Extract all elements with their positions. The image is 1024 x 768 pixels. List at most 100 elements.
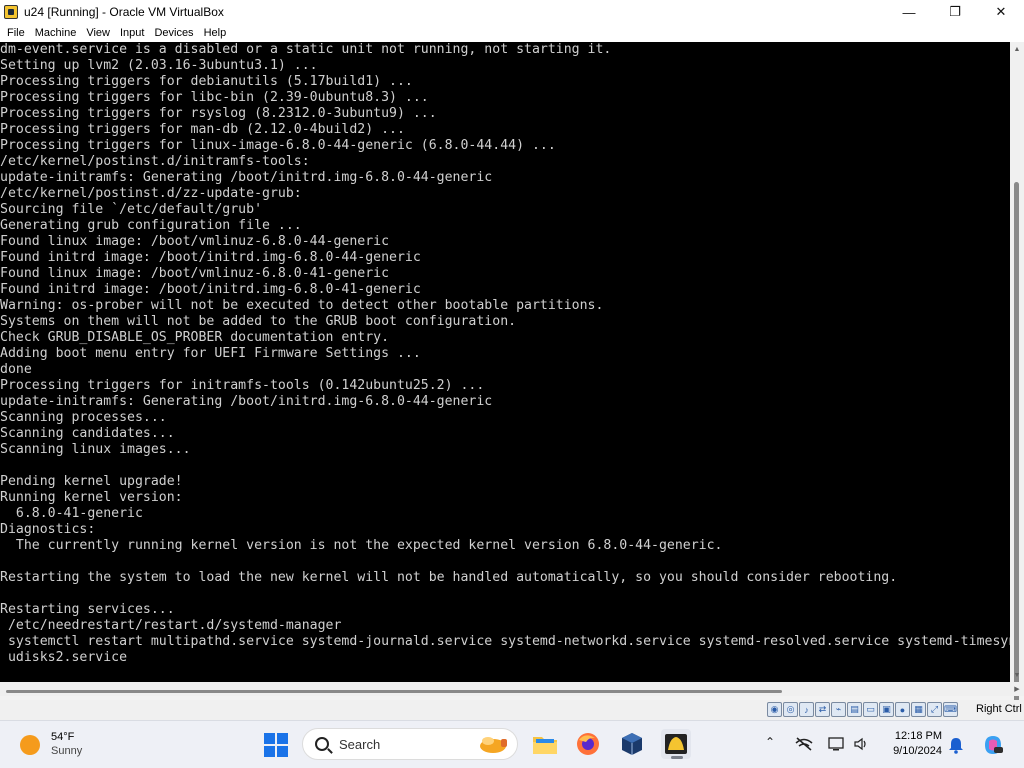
weather-widget[interactable]: 54°F Sunny: [20, 730, 82, 759]
menu-devices[interactable]: Devices: [149, 24, 198, 42]
menu-file[interactable]: File: [2, 24, 30, 42]
weather-condition: Sunny: [51, 745, 83, 757]
file-explorer-button[interactable]: [530, 729, 560, 759]
terminal-line: /etc/kernel/postinst.d/initramfs-tools:: [0, 154, 310, 169]
firefox-button[interactable]: [573, 729, 603, 759]
status-icons: ◉ ◎ ♪ ⇄ ⌁ ▤ ▭ ▣ ● ▦ ⤢ ⌨: [767, 702, 958, 717]
scroll-up-arrow[interactable]: ▲: [1010, 42, 1024, 56]
menu-bar: File Machine View Input Devices Help: [0, 24, 1024, 42]
show-hidden-icons-button[interactable]: ⌃: [765, 735, 775, 749]
network-icon[interactable]: ⇄: [815, 702, 830, 717]
terminal-line: The currently running kernel version is …: [0, 538, 723, 553]
start-button[interactable]: [264, 733, 288, 757]
horizontal-scroll-thumb[interactable]: [6, 690, 782, 693]
vm-console[interactable]: dm-event.service is a disabled or a stat…: [0, 42, 1010, 682]
recording-icon[interactable]: ●: [895, 702, 910, 717]
terminal-line: Check GRUB_DISABLE_OS_PROBER documentati…: [0, 330, 390, 345]
terminal-line: Found linux image: /boot/vmlinuz-6.8.0-4…: [0, 266, 390, 281]
hard-disk-icon[interactable]: ◉: [767, 702, 782, 717]
u24-vm-window-button[interactable]: [661, 729, 691, 759]
terminal-line: update-initramfs: Generating /boot/initr…: [0, 394, 493, 409]
mouse-integration-icon[interactable]: ⤢: [927, 702, 942, 717]
folder-icon: [533, 737, 557, 754]
close-button[interactable]: ✕: [978, 0, 1024, 24]
vm-status-bar: ◉ ◎ ♪ ⇄ ⌁ ▤ ▭ ▣ ● ▦ ⤢ ⌨ Right Ctrl: [0, 700, 1024, 720]
weather-temperature: 54°F: [51, 731, 75, 743]
notification-bell-icon[interactable]: [948, 736, 964, 754]
menu-machine[interactable]: Machine: [30, 24, 82, 42]
menu-help[interactable]: Help: [199, 24, 232, 42]
vertical-scroll-thumb[interactable]: [1014, 182, 1019, 702]
terminal-line: Processing triggers for rsyslog (8.2312.…: [0, 106, 437, 121]
terminal-line: update-initramfs: Generating /boot/initr…: [0, 170, 493, 185]
active-window-indicator: [671, 756, 683, 759]
terminal-line: /etc/kernel/postinst.d/zz-update-grub:: [0, 186, 302, 201]
virtualbox-vm-icon: [4, 5, 18, 19]
window-title: u24 [Running] - Oracle VM VirtualBox: [24, 5, 224, 19]
terminal-line: Sourcing file `/etc/default/grub': [0, 202, 263, 217]
terminal-line: /etc/needrestart/restart.d/systemd-manag…: [0, 618, 342, 633]
terminal-line: Processing triggers for libc-bin (2.39-0…: [0, 90, 429, 105]
host-key-label: Right Ctrl: [976, 703, 1022, 715]
terminal-line: Warning: os-prober will not be executed …: [0, 298, 604, 313]
terminal-line: dm-event.service is a disabled or a stat…: [0, 42, 612, 57]
maximize-button[interactable]: ❐: [932, 0, 978, 24]
terminal-line: Processing triggers for initramfs-tools …: [0, 378, 485, 393]
terminal-line: Generating grub configuration file ...: [0, 218, 302, 233]
network-disconnected-icon[interactable]: [795, 737, 813, 751]
terminal-line: Diagnostics:: [0, 522, 96, 537]
terminal-line: systemctl restart multipathd.service sys…: [0, 634, 1010, 649]
search-icon: [315, 737, 329, 751]
terminal-line: Setting up lvm2 (2.03.16-3ubuntu3.1) ...: [0, 58, 318, 73]
clock-date: 9/10/2024: [893, 745, 942, 757]
terminal-line: Found linux image: /boot/vmlinuz-6.8.0-4…: [0, 234, 390, 249]
firefox-icon: [577, 733, 599, 755]
title-bar: u24 [Running] - Oracle VM VirtualBox — ❐…: [0, 0, 1024, 24]
copilot-icon[interactable]: [981, 733, 1005, 757]
sun-icon: [20, 734, 40, 755]
windows-logo-icon: [264, 733, 275, 744]
video-capture-icon[interactable]: ▣: [879, 702, 894, 717]
minimize-button[interactable]: —: [886, 0, 932, 24]
terminal-line: 6.8.0-41-generic: [0, 506, 143, 521]
search-label: Search: [339, 736, 381, 752]
terminal-line: Adding boot menu entry for UEFI Firmware…: [0, 346, 421, 361]
speaker-tray-icon[interactable]: [853, 736, 871, 752]
terminal-line: Scanning linux images...: [0, 442, 191, 457]
vertical-scrollbar[interactable]: ▲ ▼: [1010, 42, 1024, 702]
optical-drive-icon[interactable]: ◎: [783, 702, 798, 717]
window-controls: — ❐ ✕: [886, 0, 1024, 24]
terminal-line: Scanning candidates...: [0, 426, 175, 441]
terminal-line: done: [0, 362, 32, 377]
taskbar-search[interactable]: Search: [302, 728, 518, 760]
menu-view[interactable]: View: [81, 24, 115, 42]
shared-folders-icon[interactable]: ▤: [847, 702, 862, 717]
terminal-line: Processing triggers for linux-image-6.8.…: [0, 138, 556, 153]
audio-icon[interactable]: ♪: [799, 702, 814, 717]
scroll-right-arrow[interactable]: ▶: [1010, 682, 1024, 696]
horizontal-scrollbar[interactable]: ▶: [0, 682, 1024, 696]
terminal-line: Pending kernel upgrade!: [0, 474, 183, 489]
windows-taskbar: 54°F Sunny Search ⌃ 12:18 PM 9/10/2024: [0, 720, 1024, 768]
usb-icon[interactable]: ⌁: [831, 702, 846, 717]
vm-window-icon: [665, 734, 687, 754]
taskbar-clock[interactable]: 12:18 PM 9/10/2024: [880, 729, 942, 759]
scroll-down-arrow[interactable]: ▼: [1010, 668, 1024, 682]
terminal-line: Found initrd image: /boot/initrd.img-6.8…: [0, 250, 421, 265]
terminal-line: Processing triggers for debianutils (5.1…: [0, 74, 413, 89]
display-icon[interactable]: ▭: [863, 702, 878, 717]
display-tray-icon[interactable]: [828, 736, 846, 752]
clock-time: 12:18 PM: [894, 730, 942, 742]
menu-input[interactable]: Input: [115, 24, 149, 42]
terminal-line: Running kernel version:: [0, 490, 183, 505]
keyboard-icon[interactable]: ⌨: [943, 702, 958, 717]
virtualization-icon[interactable]: ▦: [911, 702, 926, 717]
virtualbox-icon: [622, 733, 642, 755]
terminal-line: Scanning processes...: [0, 410, 167, 425]
terminal-line: udisks2.service: [0, 650, 128, 665]
virtualbox-manager-button[interactable]: [617, 729, 647, 759]
terminal-line: Found initrd image: /boot/initrd.img-6.8…: [0, 282, 421, 297]
